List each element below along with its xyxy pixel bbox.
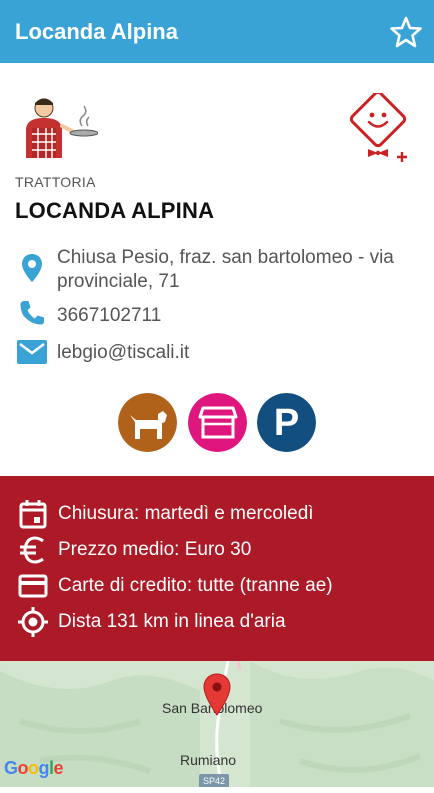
location-pin-icon <box>22 254 42 282</box>
bottom-strip <box>0 787 434 793</box>
address-text: Chiusa Pesio, fraz. san bartolomeo - via… <box>57 247 394 292</box>
toolbox-icon[interactable] <box>188 393 247 452</box>
email-text: lebgio@tiscali.it <box>57 342 190 363</box>
svg-text:P: P <box>274 402 299 444</box>
phone-text: 3667102711 <box>57 305 162 326</box>
calendar-icon <box>19 500 47 529</box>
parking-icon[interactable]: P <box>257 393 316 452</box>
closing-text: Chiusura: martedì e mercoledì <box>58 503 314 524</box>
details-panel: Chiusura: martedì e mercoledì Prezzo med… <box>0 476 434 661</box>
google-logo: Google <box>4 758 64 778</box>
target-location-icon <box>18 607 48 637</box>
dog-icon[interactable] <box>118 393 177 452</box>
phone-icon <box>20 301 44 325</box>
cards-text: Carte di credito: tutte (tranne ae) <box>58 575 333 596</box>
distance-row: Dista 131 km in linea d'aria <box>0 606 434 640</box>
cards-row: Carte di credito: tutte (tranne ae) <box>0 570 434 604</box>
restaurant-category: TRATTORIA <box>15 174 96 190</box>
app-bar: Locanda Alpina <box>0 0 434 63</box>
map-pin-icon[interactable] <box>202 673 232 717</box>
map-label-rumiano: Rumiano <box>180 752 237 768</box>
email-icon <box>17 340 47 364</box>
euro-icon <box>20 536 44 564</box>
closing-row: Chiusura: martedì e mercoledì <box>0 498 434 532</box>
phone-row[interactable]: 3667102711 <box>0 301 434 331</box>
price-row: Prezzo medio: Euro 30 <box>0 534 434 568</box>
star-outline-icon[interactable] <box>386 12 426 52</box>
map-view[interactable]: San Bartolomeo Rumiano Google SP42 <box>0 661 434 787</box>
road-sign-sp42: SP42 <box>199 774 229 787</box>
restaurant-name: LOCANDA ALPINA <box>15 198 215 223</box>
price-text: Prezzo medio: Euro 30 <box>58 539 252 560</box>
amenities-row: P <box>118 393 318 453</box>
smiley-badge-icon <box>349 93 407 162</box>
credit-card-icon <box>18 574 48 598</box>
email-row[interactable]: lebgio@tiscali.it <box>0 340 434 368</box>
app-title: Locanda Alpina <box>15 19 178 44</box>
waiter-logo-icon <box>26 98 98 158</box>
address-row[interactable]: Chiusa Pesio, fraz. san bartolomeo - via… <box>0 246 434 298</box>
distance-text: Dista 131 km in linea d'aria <box>58 611 286 632</box>
